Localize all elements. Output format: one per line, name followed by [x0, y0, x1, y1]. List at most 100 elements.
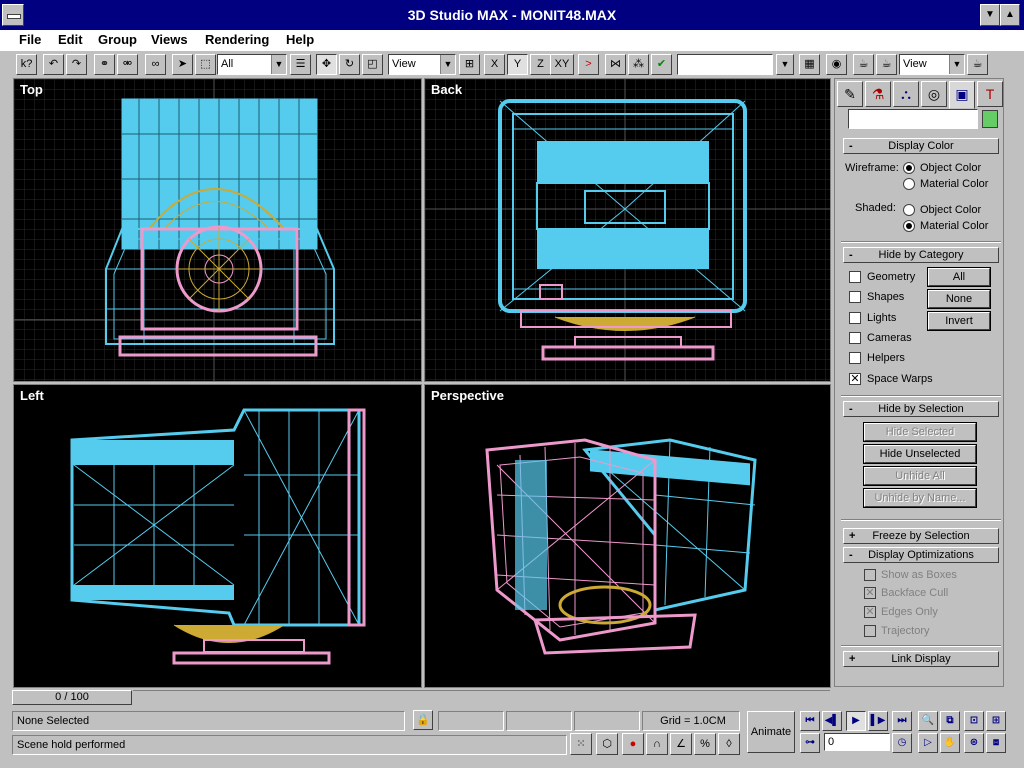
rotate-icon[interactable]: ↻: [339, 54, 360, 75]
utilities-icon[interactable]: T: [977, 81, 1003, 107]
edges-only-checkbox[interactable]: ✕: [864, 606, 876, 618]
rollout-display-optimizations[interactable]: - Display Optimizations: [843, 547, 999, 563]
spinner-snap-icon[interactable]: ◊: [718, 733, 740, 755]
time-slider[interactable]: 0 / 100: [12, 690, 132, 705]
axis-y-button[interactable]: Y: [507, 54, 528, 75]
wireframe-material-color-radio[interactable]: [903, 178, 915, 190]
hide-unselected-button[interactable]: Hide Unselected: [863, 444, 977, 464]
modify-icon[interactable]: ⚗: [865, 81, 891, 107]
field-of-view-icon[interactable]: ▷: [918, 733, 938, 753]
angle-snap-icon[interactable]: ∠: [670, 733, 692, 755]
maximize-viewport-icon[interactable]: ⧈: [986, 733, 1006, 753]
percent-snap-icon[interactable]: %: [694, 733, 716, 755]
zoom-extents-icon[interactable]: ⊡: [964, 711, 984, 731]
create-icon[interactable]: ✎: [837, 81, 863, 107]
rollout-display-color[interactable]: - Display Color: [843, 138, 999, 154]
pivot-center-icon[interactable]: ⊞: [459, 54, 480, 75]
key-mode-icon[interactable]: ⊶: [800, 733, 820, 753]
helpers-checkbox[interactable]: [849, 352, 861, 364]
space-warps-checkbox[interactable]: ✕: [849, 373, 861, 385]
maximize-button[interactable]: ▲: [1000, 4, 1020, 26]
selection-filter-dropdown[interactable]: All ▼: [217, 54, 287, 75]
hide-selected-button[interactable]: Hide Selected: [863, 422, 977, 442]
goto-end-icon[interactable]: ⏭: [892, 711, 912, 731]
viewport-back[interactable]: Back: [424, 78, 831, 382]
time-config-icon[interactable]: ◷: [892, 733, 912, 753]
select-by-name-icon[interactable]: ☰: [290, 54, 311, 75]
rollout-hide-by-selection[interactable]: - Hide by Selection: [843, 401, 999, 417]
unhide-all-button[interactable]: Unhide All: [863, 466, 977, 486]
track-view-icon[interactable]: ▦: [799, 54, 820, 75]
geometry-checkbox[interactable]: [849, 271, 861, 283]
render-last-icon[interactable]: ☕: [967, 54, 988, 75]
coord-system-dropdown[interactable]: View ▼: [388, 54, 456, 75]
shaded-material-color-radio[interactable]: [903, 220, 915, 232]
move-icon[interactable]: ✥: [316, 54, 337, 75]
axis-x-button[interactable]: X: [484, 54, 505, 75]
viewport-left[interactable]: Left: [13, 384, 422, 688]
backface-cull-checkbox[interactable]: ✕: [864, 587, 876, 599]
link-icon[interactable]: ⚭: [94, 54, 115, 75]
unlink-icon[interactable]: ⚮: [117, 54, 138, 75]
menu-edit[interactable]: Edit: [58, 32, 83, 47]
rollout-hide-by-category[interactable]: - Hide by Category: [843, 247, 999, 263]
named-selection-input[interactable]: [677, 54, 773, 75]
hide-invert-button[interactable]: Invert: [927, 311, 991, 331]
motion-icon[interactable]: ◎: [921, 81, 947, 107]
goto-start-icon[interactable]: ⏮: [800, 711, 820, 731]
viewport-perspective[interactable]: Perspective: [424, 384, 831, 688]
animate-button[interactable]: Animate: [747, 711, 795, 753]
axis-xy-button[interactable]: XY: [550, 54, 574, 75]
chevron-down-icon[interactable]: ▼: [776, 54, 794, 75]
previous-frame-icon[interactable]: ◀▌: [822, 711, 842, 731]
hide-none-button[interactable]: None: [927, 289, 991, 309]
object-color-swatch[interactable]: [982, 110, 998, 128]
material-editor-icon[interactable]: ◉: [826, 54, 847, 75]
help-pointer-icon[interactable]: k?: [16, 54, 37, 75]
next-frame-icon[interactable]: ▌▶: [868, 711, 888, 731]
lock-selection-icon[interactable]: 🔒: [413, 710, 433, 730]
hide-all-button[interactable]: All: [927, 267, 991, 287]
select-icon[interactable]: ➤: [172, 54, 193, 75]
render-scene-icon[interactable]: ☕: [853, 54, 874, 75]
3d-snap-icon[interactable]: ∩: [646, 733, 668, 755]
array-icon[interactable]: ⁂: [628, 54, 649, 75]
arc-rotate-icon[interactable]: ⊛: [964, 733, 984, 753]
lights-checkbox[interactable]: [849, 312, 861, 324]
align-icon[interactable]: ✔: [651, 54, 672, 75]
zoom-icon[interactable]: 🔍: [918, 711, 938, 731]
degradation-override-icon[interactable]: ⬡: [596, 733, 618, 755]
shapes-checkbox[interactable]: [849, 291, 861, 303]
zoom-all-icon[interactable]: ⧉: [940, 711, 960, 731]
scale-icon[interactable]: ◰: [362, 54, 383, 75]
inverse-kinematics-icon[interactable]: >: [578, 54, 599, 75]
window-crossing-icon[interactable]: ⁙: [570, 733, 592, 755]
minimize-button[interactable]: ▼: [980, 4, 1000, 26]
show-as-boxes-checkbox[interactable]: [864, 569, 876, 581]
undo-icon[interactable]: ↶: [43, 54, 64, 75]
current-frame-input[interactable]: 0: [824, 733, 890, 751]
zoom-extents-all-icon[interactable]: ⊞: [986, 711, 1006, 731]
display-icon[interactable]: ▣: [949, 81, 975, 109]
wireframe-object-color-radio[interactable]: [903, 162, 915, 174]
cameras-checkbox[interactable]: [849, 332, 861, 344]
rollout-link-display[interactable]: + Link Display: [843, 651, 999, 667]
region-select-icon[interactable]: ⬚: [195, 54, 216, 75]
menu-rendering[interactable]: Rendering: [205, 32, 269, 47]
snap-toggle-icon[interactable]: ●: [622, 733, 644, 755]
shaded-object-color-radio[interactable]: [903, 204, 915, 216]
bind-spacewarp-icon[interactable]: ∞: [145, 54, 166, 75]
redo-icon[interactable]: ↷: [66, 54, 87, 75]
hierarchy-icon[interactable]: ⛬: [893, 81, 919, 107]
mirror-icon[interactable]: ⋈: [605, 54, 626, 75]
menu-group[interactable]: Group: [98, 32, 137, 47]
render-view-dropdown[interactable]: View ▼: [899, 54, 965, 75]
rollout-freeze-by-selection[interactable]: + Freeze by Selection: [843, 528, 999, 544]
play-icon[interactable]: ▶: [846, 711, 866, 731]
pan-icon[interactable]: ✋: [940, 733, 960, 753]
trajectory-checkbox[interactable]: [864, 625, 876, 637]
viewport-top[interactable]: Top: [13, 78, 422, 382]
quick-render-icon[interactable]: ☕: [876, 54, 897, 75]
object-name-input[interactable]: [848, 109, 978, 129]
menu-help[interactable]: Help: [286, 32, 314, 47]
